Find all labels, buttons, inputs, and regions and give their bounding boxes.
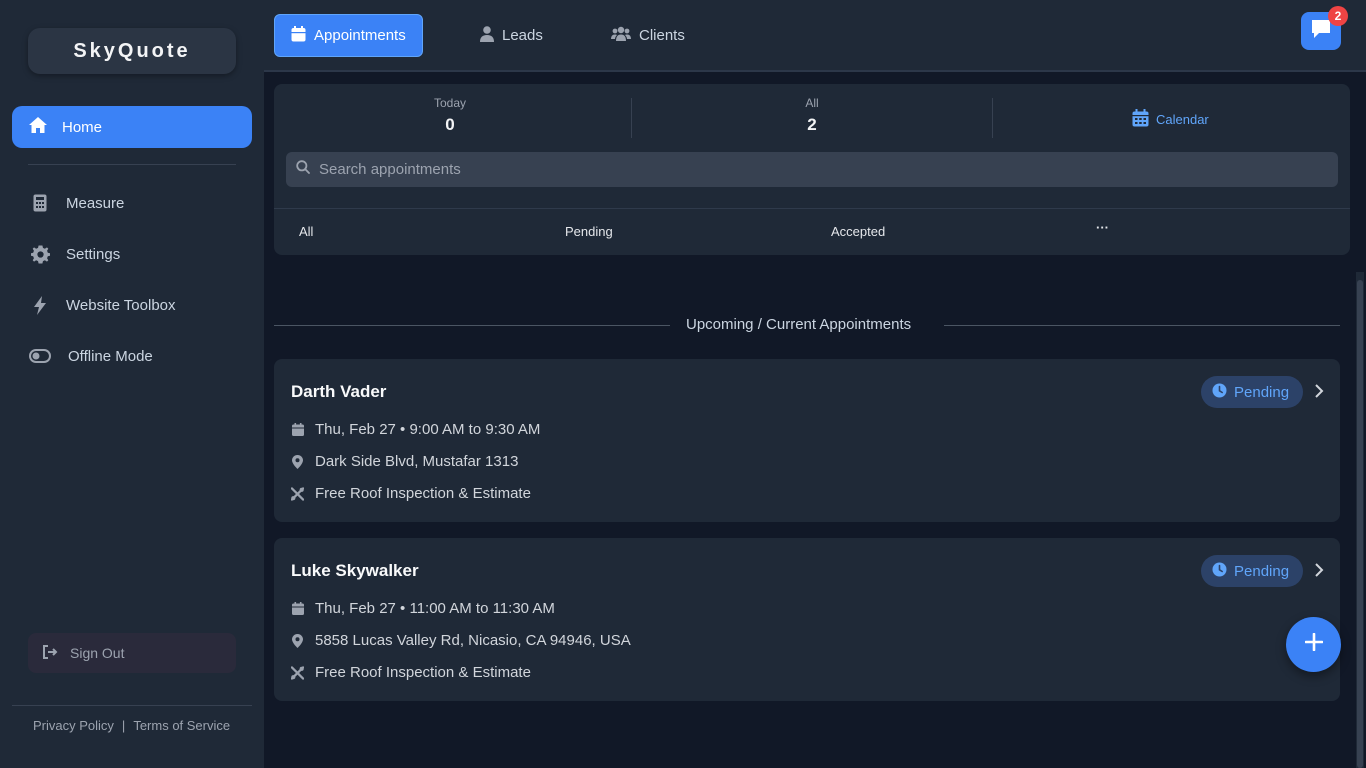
top-bar: Appointments Leads Clients 2 [264,0,1366,72]
sidebar-footer-divider [12,705,252,706]
section-title: Upcoming / Current Appointments [686,316,912,333]
search-icon [296,160,310,179]
appointment-address: Dark Side Blvd, Mustafar 1313 [291,453,518,470]
stat-divider [992,98,993,138]
sign-out-label: Sign Out [70,645,125,661]
scrollbar[interactable] [1356,272,1364,768]
add-appointment-button[interactable] [1286,617,1341,672]
footer-links: Privacy Policy | Terms of Service [33,718,230,733]
sidebar-item-label: Settings [66,245,121,263]
sidebar-item-website-toolbox[interactable]: Website Toolbox [28,287,236,323]
appointments-summary-panel: Today 0 All 2 Calendar All Pending Accep… [274,84,1350,255]
stat-value: 0 [445,115,455,134]
footer-separator: | [121,718,126,733]
search-bar[interactable] [286,152,1338,187]
filter-accepted[interactable]: Accepted [831,224,885,239]
appointment-service: Free Roof Inspection & Estimate [291,664,531,681]
sidebar-item-label: Measure [66,194,125,212]
chat-notification-badge: 2 [1328,6,1348,26]
sidebar-item-label: Home [62,118,103,136]
scrollbar-thumb[interactable] [1357,280,1363,768]
user-icon [480,25,494,46]
plus-icon [1304,632,1323,656]
service-text: Free Roof Inspection & Estimate [315,664,531,681]
gear-icon [28,244,52,264]
sidebar: SkyQuote Home Measure Settings Website T… [0,0,264,768]
privacy-policy-link[interactable]: Privacy Policy [33,718,114,733]
tab-label: Clients [639,27,685,44]
filter-pending[interactable]: Pending [565,224,613,239]
stat-value: 2 [807,115,817,134]
sidebar-item-home[interactable]: Home [12,106,252,148]
datetime-text: Thu, Feb 27 • 9:00 AM to 9:30 AM [315,421,541,438]
appointment-datetime: Thu, Feb 27 • 9:00 AM to 9:30 AM [291,421,540,438]
tools-icon [291,486,304,501]
stat-today[interactable]: Today 0 [390,96,510,135]
datetime-text: Thu, Feb 27 • 11:00 AM to 11:30 AM [315,600,555,617]
section-divider-right [944,325,1340,326]
calendar-icon [291,423,304,436]
appointment-service: Free Roof Inspection & Estimate [291,485,531,502]
stat-divider [631,98,632,138]
service-text: Free Roof Inspection & Estimate [315,485,531,502]
stat-all[interactable]: All 2 [752,96,872,135]
filter-more-button[interactable]: ··· [1096,220,1109,235]
appointment-card[interactable]: Darth Vader Pending Thu, Feb 27 • 9:00 A… [274,359,1340,522]
calendar-link-label: Calendar [1156,112,1209,127]
client-name: Luke Skywalker [291,561,419,580]
appointment-datetime: Thu, Feb 27 • 11:00 AM to 11:30 AM [291,600,555,617]
sidebar-item-label: Website Toolbox [66,296,176,314]
tab-leads[interactable]: Leads [464,14,559,57]
tab-label: Leads [502,27,543,44]
tab-appointments[interactable]: Appointments [274,14,423,57]
chevron-right-icon[interactable] [1314,383,1324,404]
calendar-icon [291,602,304,615]
app-logo[interactable]: SkyQuote [28,28,236,74]
calendar-icon [1132,109,1149,130]
status-badge[interactable]: Pending [1201,376,1304,408]
sidebar-item-offline-mode[interactable]: Offline Mode [28,338,236,374]
filter-divider [274,208,1350,209]
terms-of-service-link[interactable]: Terms of Service [133,718,230,733]
search-input[interactable] [319,161,1219,178]
map-pin-icon [291,633,304,648]
tab-clients[interactable]: Clients [595,14,701,57]
map-pin-icon [291,454,304,469]
status-badge[interactable]: Pending [1201,555,1304,587]
clock-icon [1212,383,1227,402]
calculator-icon [28,194,52,212]
clock-icon [1212,562,1227,581]
status-label: Pending [1234,562,1290,580]
appointment-card[interactable]: Luke Skywalker Pending Thu, Feb 27 • 11:… [274,538,1340,701]
status-label: Pending [1234,383,1290,401]
chevron-right-icon[interactable] [1314,562,1324,583]
tab-label: Appointments [314,27,406,44]
toggle-icon [28,349,52,363]
stat-label: Today [433,96,467,110]
tools-icon [291,665,304,680]
sign-out-button[interactable]: Sign Out [28,633,236,673]
bolt-icon [28,295,52,315]
address-text: 5858 Lucas Valley Rd, Nicasio, CA 94946,… [315,632,631,649]
sidebar-item-settings[interactable]: Settings [28,236,236,272]
sidebar-item-measure[interactable]: Measure [28,185,236,221]
calendar-link[interactable]: Calendar [1132,109,1209,130]
users-icon [611,26,631,46]
calendar-icon [291,25,306,46]
sidebar-divider [28,164,236,165]
appointment-address: 5858 Lucas Valley Rd, Nicasio, CA 94946,… [291,632,631,649]
section-divider-left [274,325,670,326]
filter-all[interactable]: All [299,224,313,239]
sign-out-icon [42,644,58,662]
home-icon [28,116,48,138]
sidebar-item-label: Offline Mode [68,347,153,365]
stat-label: All [805,96,819,110]
address-text: Dark Side Blvd, Mustafar 1313 [315,453,519,470]
client-name: Darth Vader [291,382,387,401]
